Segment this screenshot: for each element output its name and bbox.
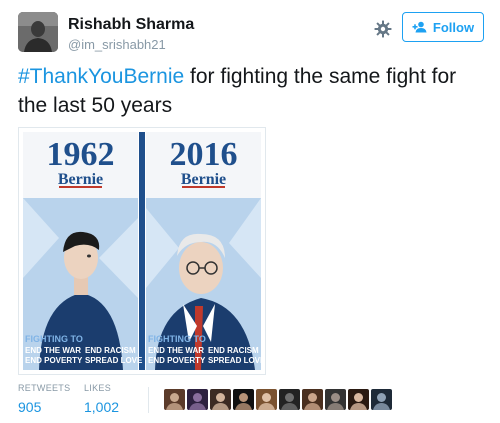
tweet-stats: RETWEETS 905 LIKES 1,002 <box>18 383 484 423</box>
user-name[interactable]: Rishabh Sharma <box>68 16 194 34</box>
left-caption-heading: FIGHTING TO <box>25 334 83 344</box>
left-name: Bernie <box>58 171 103 188</box>
liker-avatar[interactable] <box>302 389 323 410</box>
follow-button-label: Follow <box>432 19 475 35</box>
right-year: 2016 <box>170 136 238 173</box>
liker-avatar[interactable] <box>210 389 231 410</box>
hashtag-link[interactable]: #ThankYouBernie <box>18 65 184 88</box>
tweet-header: Rishabh Sharma @im_srishabh21 Follow <box>18 12 484 56</box>
tweet-text: #ThankYouBernie for fighting the same fi… <box>18 62 488 120</box>
user-handle[interactable]: @im_srishabh21 <box>68 37 166 52</box>
left-caption-1a: END THE WAR <box>25 346 81 355</box>
liker-avatars <box>164 389 392 410</box>
stats-divider <box>148 387 149 413</box>
right-name: Bernie <box>181 171 226 188</box>
retweets-label: RETWEETS <box>18 383 71 393</box>
left-caption-2a: END POVERTY <box>25 356 83 365</box>
left-year: 1962 <box>47 136 115 173</box>
right-caption-2b: SPREAD LOVE <box>208 356 265 365</box>
liker-avatar[interactable] <box>325 389 346 410</box>
right-caption-1a: END THE WAR <box>148 346 204 355</box>
right-caption-heading: FIGHTING TO <box>148 334 206 344</box>
likes-count: 1,002 <box>84 399 120 415</box>
left-caption-1b: END RACISM <box>85 346 136 355</box>
tweet-image[interactable]: 1962 Bernie 2016 Bernie FIGHTING TO END … <box>18 127 266 375</box>
add-user-icon <box>412 21 428 33</box>
right-caption-1b: END RACISM <box>208 346 259 355</box>
liker-avatar[interactable] <box>164 389 185 410</box>
likes-stat[interactable]: LIKES 1,002 <box>84 383 119 415</box>
liker-avatar[interactable] <box>279 389 300 410</box>
liker-avatar[interactable] <box>371 389 392 410</box>
liker-avatar[interactable] <box>233 389 254 410</box>
follow-button[interactable]: Follow <box>402 12 484 42</box>
gear-icon[interactable] <box>374 20 392 38</box>
liker-avatar[interactable] <box>348 389 369 410</box>
avatar[interactable] <box>18 12 58 52</box>
retweets-count: 905 <box>18 399 42 415</box>
liker-avatar[interactable] <box>187 389 208 410</box>
right-caption-2a: END POVERTY <box>148 356 206 365</box>
left-caption-2b: SPREAD LOVE <box>85 356 143 365</box>
likes-label: LIKES <box>84 383 112 393</box>
liker-avatar[interactable] <box>256 389 277 410</box>
retweets-stat[interactable]: RETWEETS 905 <box>18 383 70 415</box>
